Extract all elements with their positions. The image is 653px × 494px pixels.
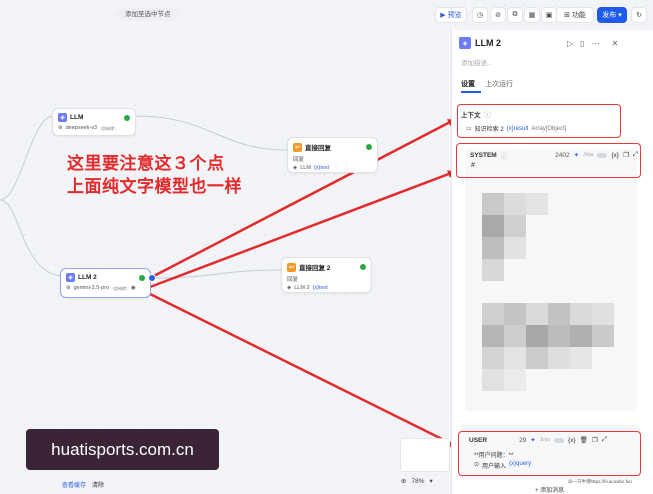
expand-icon[interactable]: ⤢ bbox=[633, 151, 638, 159]
minimap[interactable] bbox=[400, 438, 450, 472]
annotation-line-2: 上面纯文字模型也一样 bbox=[67, 177, 242, 196]
system-highlight bbox=[456, 143, 641, 178]
copy-icon[interactable]: ❐ bbox=[623, 151, 629, 159]
system-first-line: # bbox=[471, 162, 475, 169]
model-icon: ⊛ bbox=[58, 125, 63, 131]
tab-last-run[interactable]: 上次运行 bbox=[485, 79, 513, 89]
success-icon bbox=[139, 274, 145, 281]
sparkle-icon[interactable]: ✦ bbox=[574, 151, 579, 159]
user-prompt-line-1: **用户问题：** bbox=[474, 453, 514, 459]
llm-node[interactable]: ◈ LLM ⊛ deepseek-v3 CHAT bbox=[52, 108, 136, 136]
panel-title: ◈ LLM 2 bbox=[459, 37, 501, 49]
llm-icon: ◈ bbox=[66, 273, 75, 282]
chevron-down-icon: ▾ bbox=[618, 12, 622, 19]
variable-icon[interactable]: {x} bbox=[611, 152, 619, 159]
description-input[interactable]: 添加描述... bbox=[461, 57, 492, 67]
selection-hint: 添加至选中节点 bbox=[117, 8, 179, 21]
success-icon bbox=[360, 264, 366, 270]
add-connection-handle[interactable] bbox=[148, 274, 156, 282]
view-cache-link[interactable]: 查看缓存 bbox=[62, 480, 86, 489]
play-icon: ▶ bbox=[440, 12, 446, 19]
close-icon[interactable]: ✕ bbox=[612, 39, 619, 48]
panel-actions: ▷ ▯ ⋯ ✕ bbox=[567, 39, 618, 48]
publish-button[interactable]: 发布 ▾ bbox=[597, 7, 627, 23]
llm-icon: ◈ bbox=[58, 113, 67, 122]
window-icon[interactable]: ▣ bbox=[541, 7, 557, 23]
book-icon[interactable]: ▯ bbox=[580, 39, 584, 48]
export-icon[interactable]: ⧉ bbox=[507, 7, 523, 23]
reply-icon: ↩ bbox=[287, 262, 296, 272]
features-button[interactable]: ⊞ 功能 bbox=[556, 7, 594, 23]
copy-icon[interactable]: ❐ bbox=[592, 436, 598, 444]
knowledge-icon: ▭ bbox=[466, 126, 472, 132]
reply-node[interactable]: ↩ 直接回复 回复 ◈ LLM {x}text bbox=[287, 137, 378, 173]
zoom-icon[interactable]: ⊕ bbox=[401, 477, 406, 485]
chart-icon[interactable]: ⊘ bbox=[490, 7, 506, 23]
info-icon: ⓘ bbox=[500, 153, 508, 160]
arrow-to-user bbox=[149, 292, 458, 448]
annotation-line-1: 这里要注意这３个点 bbox=[67, 154, 225, 173]
author-credit: @一只牛博https://hi.acowbo.fun bbox=[568, 479, 632, 484]
panel-tabs: 设置 上次运行 bbox=[461, 79, 513, 89]
chevron-down-icon[interactable]: ▾ bbox=[429, 477, 432, 485]
reply2-node[interactable]: ↩ 直接回复 2 回复 ◈ LLM 2 {x}text bbox=[281, 257, 372, 293]
llm-small-icon: ◈ bbox=[293, 165, 298, 171]
tab-settings[interactable]: 设置 bbox=[461, 79, 475, 89]
user-header: USER 29 ✦ Jinja {x} 🗑 ❐ ⤢ bbox=[469, 436, 607, 444]
jinja-toggle[interactable] bbox=[597, 152, 608, 158]
clear-link[interactable]: 清除 bbox=[92, 480, 104, 489]
checklist-icon[interactable]: ◷ bbox=[472, 7, 488, 23]
sparkle-icon[interactable]: ✦ bbox=[530, 436, 535, 444]
info-icon: ⓘ bbox=[484, 112, 491, 119]
llm-small-icon: ◈ bbox=[287, 285, 292, 291]
llm2-node[interactable]: ◈ LLM 2 ⊛ gemini-2.5-pro CHAT ◉ bbox=[60, 268, 151, 298]
preview-button[interactable]: ▶ 预览 bbox=[435, 7, 467, 23]
zoom-control: ⊕ 78% ▾ bbox=[401, 477, 433, 486]
add-message-button[interactable]: + 添加消息 bbox=[535, 485, 564, 494]
bottom-links: 查看缓存 清除 bbox=[62, 480, 104, 489]
delete-icon[interactable]: 🗑 bbox=[580, 436, 588, 444]
user-prompt-line-2: ⊙ 用户输入 {x}query bbox=[474, 461, 532, 470]
eye-icon: ◉ bbox=[131, 285, 136, 291]
context-variable[interactable]: ▭ 知识检索 2 {x}result Array[Object] bbox=[466, 124, 566, 134]
active-tab-underline bbox=[461, 91, 481, 93]
context-label: 上下文 ⓘ bbox=[461, 112, 491, 119]
jinja-toggle[interactable] bbox=[554, 437, 565, 443]
more-icon[interactable]: ⋯ bbox=[592, 39, 600, 48]
success-icon bbox=[124, 114, 130, 121]
grid-icon[interactable]: ▦ bbox=[524, 7, 540, 23]
system-header: SYSTEM ⓘ 2402 ✦ Jinja {x} ❐ ⤢ bbox=[470, 151, 638, 160]
variable-icon[interactable]: {x} bbox=[568, 437, 576, 444]
llm-icon: ◈ bbox=[459, 37, 471, 49]
success-icon bbox=[366, 144, 372, 150]
site-watermark: huatisports.com.cn bbox=[26, 429, 219, 470]
user-input-icon: ⊙ bbox=[474, 462, 480, 468]
history-icon[interactable]: ↻ bbox=[631, 7, 647, 23]
run-icon[interactable]: ▷ bbox=[567, 39, 573, 48]
model-icon: ⊛ bbox=[66, 285, 71, 291]
top-toolbar: 添加至选中节点 ▶ 预览 ◷ ⊘ ⧉ ▦ ▣ ⊞ 功能 发布 ▾ ↻ bbox=[0, 0, 653, 30]
reply-icon: ↩ bbox=[293, 142, 302, 152]
obscured-prompt-content bbox=[482, 193, 632, 398]
expand-icon[interactable]: ⤢ bbox=[602, 436, 607, 444]
apps-icon: ⊞ bbox=[564, 12, 570, 19]
